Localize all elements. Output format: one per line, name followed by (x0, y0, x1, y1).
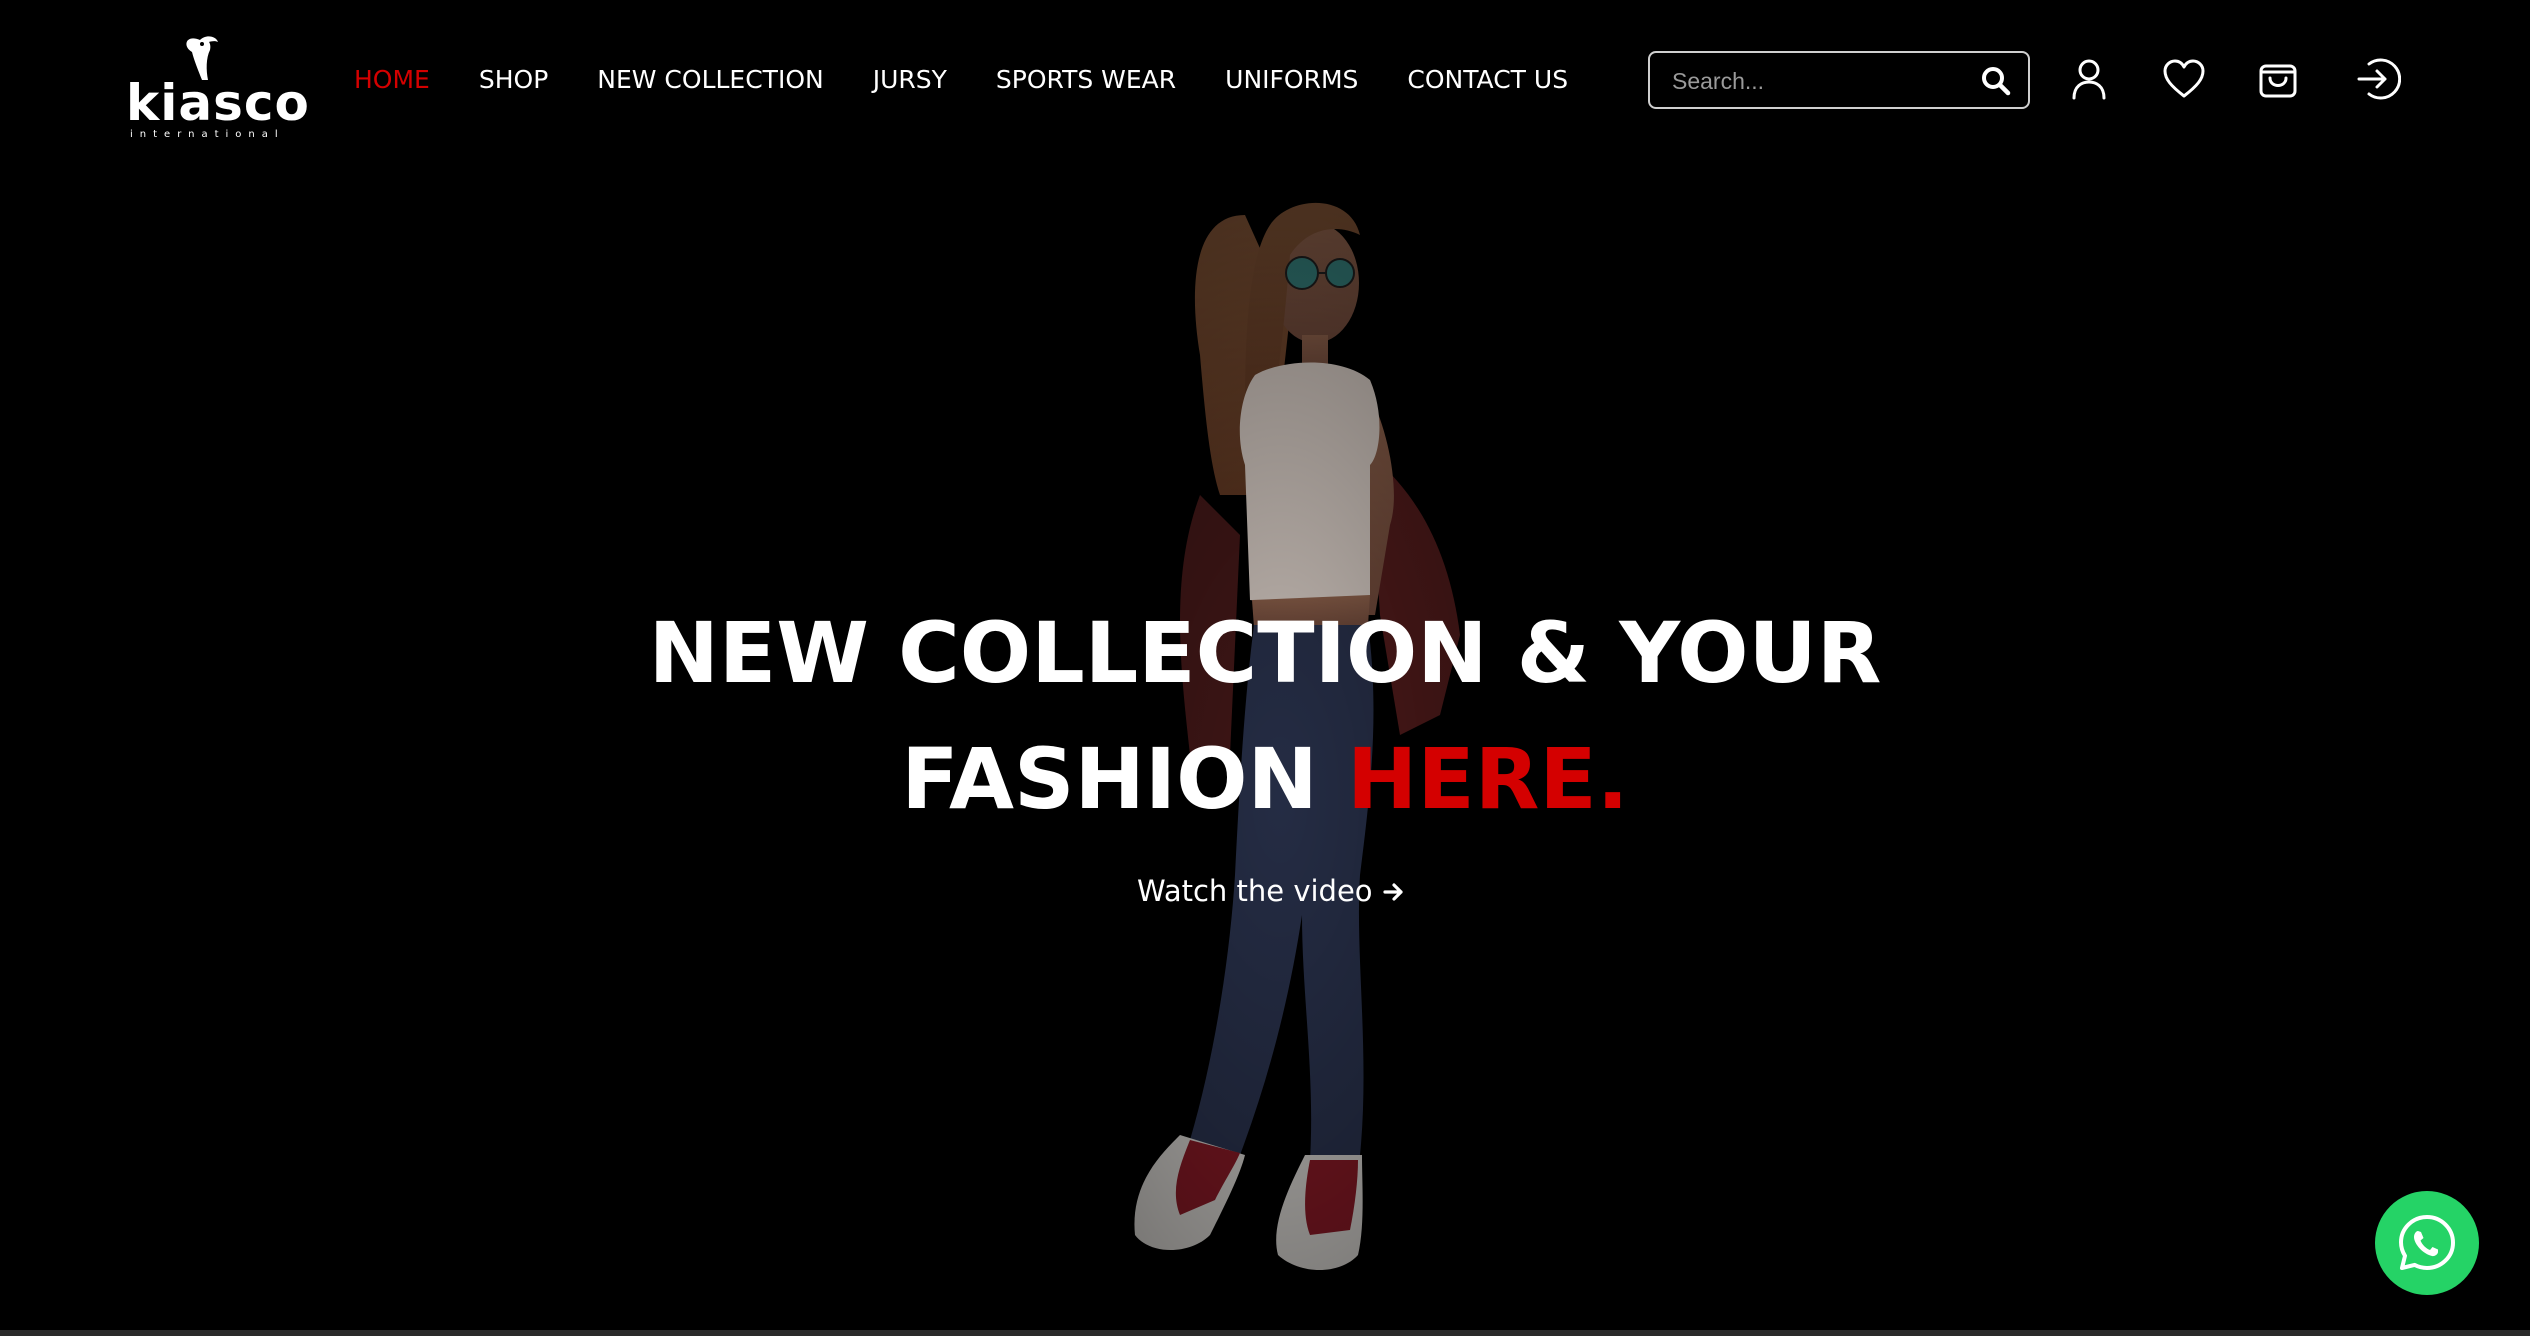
user-icon[interactable] (2066, 56, 2112, 102)
heart-icon[interactable] (2161, 56, 2207, 102)
nav-item-home[interactable]: HOME (354, 64, 430, 96)
page: NEW COLLECTION & YOUR FASHION HERE. Watc… (0, 0, 2530, 1336)
arrow-right-icon (1382, 874, 1405, 908)
watch-video-label: Watch the video (1137, 874, 1373, 908)
nav-item-contact-us[interactable]: CONTACT US (1407, 64, 1568, 96)
hero-title-highlight: HERE. (1347, 730, 1629, 828)
nav-item-jursy[interactable]: JURSY (873, 64, 947, 96)
nav-item-uniforms[interactable]: UNIFORMS (1225, 64, 1358, 96)
hero-section: NEW COLLECTION & YOUR FASHION HERE. Watc… (0, 0, 2530, 1330)
bottom-bar (0, 1330, 2530, 1336)
nav-item-shop[interactable]: SHOP (479, 64, 548, 96)
site-header: kiasco international HOME SHOP NEW COLLE… (0, 0, 2530, 160)
search-input[interactable] (1670, 53, 1974, 109)
nav-item-new-collection[interactable]: NEW COLLECTION (597, 64, 823, 96)
whatsapp-icon (2399, 1215, 2455, 1270)
site-logo[interactable]: kiasco international (126, 30, 309, 142)
shopping-bag-icon[interactable] (2255, 56, 2301, 102)
login-icon[interactable] (2355, 56, 2402, 102)
nav-item-sports-wear[interactable]: SPORTS WEAR (996, 64, 1176, 96)
main-nav: HOME SHOP NEW COLLECTION JURSY SPORTS WE… (354, 64, 1617, 96)
hero-title-line-2: FASHION HERE. (0, 716, 2530, 842)
logo-tagline: international (130, 129, 285, 140)
watch-video-link[interactable]: Watch the video (1137, 874, 1405, 908)
hero-title: NEW COLLECTION & YOUR FASHION HERE. (0, 590, 2530, 842)
whatsapp-button[interactable] (2375, 1191, 2479, 1295)
hero-title-fashion: FASHION (901, 730, 1348, 828)
hero-title-line-1: NEW COLLECTION & YOUR (648, 604, 1882, 702)
search-icon[interactable] (1980, 65, 2012, 97)
search-box (1648, 51, 2030, 109)
logo-wordmark: kiasco (126, 74, 310, 132)
